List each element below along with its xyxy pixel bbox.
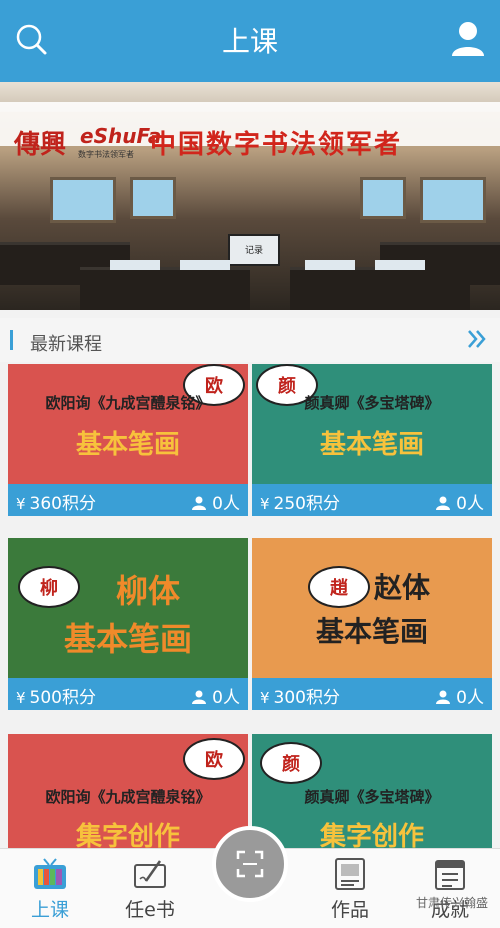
course-title: 欧阳询《九成宫醴泉铭》	[45, 394, 211, 412]
artwork-icon	[335, 858, 365, 890]
course-thumbnail: 颜 颜真卿《多宝塔碑》 基本笔画	[252, 364, 492, 484]
course-subtitle: 基本笔画	[63, 620, 192, 658]
course-title: 欧阳询《九成宫醴泉铭》	[45, 788, 211, 806]
course-count: 0人	[436, 683, 484, 708]
course-card[interactable]: 欧 欧阳询《九成宫醴泉铭》 集字创作	[8, 734, 248, 848]
course-thumbnail: 欧 欧阳询《九成宫醴泉铭》 集字创作	[8, 734, 248, 848]
yen-icon: ¥	[16, 495, 26, 513]
course-title: 颜真卿《多宝塔碑》	[304, 788, 440, 806]
person-icon	[436, 496, 451, 510]
course-badge: 颜	[260, 742, 322, 784]
banner-pad	[375, 260, 425, 270]
course-price: ¥500积分	[16, 683, 96, 708]
hero-banner[interactable]: 记录 傳興 eShuFa 数字书法领军者 中国数字书法领军者	[0, 82, 500, 310]
course-count: 0人	[192, 683, 240, 708]
course-subtitle: 基本笔画	[75, 430, 180, 460]
page-title: 上课	[221, 25, 278, 58]
course-card[interactable]: 颜 颜真卿《多宝塔碑》 集字创作	[252, 734, 492, 848]
course-thumbnail: 趙 赵体 基本笔画	[252, 538, 492, 678]
scan-icon	[236, 850, 264, 878]
banner-screen: 记录	[228, 234, 280, 266]
course-title: 柳体	[115, 572, 180, 610]
course-title: 颜真卿《多宝塔碑》	[304, 394, 440, 412]
banner-window	[420, 177, 486, 223]
banner-pad	[305, 260, 355, 270]
brand-logo-sub: 数字书法领军者	[78, 150, 134, 159]
course-price-text: 300积分	[273, 688, 340, 708]
course-price: ¥300积分	[260, 683, 340, 708]
course-meta: ¥500积分 0人	[8, 678, 248, 710]
course-subtitle: 集字创作	[75, 822, 180, 848]
scan-button[interactable]	[212, 826, 288, 902]
course-thumbnail: 颜 颜真卿《多宝塔碑》 集字创作	[252, 734, 492, 848]
course-card[interactable]: 趙 赵体 基本笔画 ¥300积分 0人	[252, 538, 492, 710]
section-header: 最新课程	[0, 318, 500, 362]
course-subtitle: 基本笔画	[319, 430, 424, 460]
brand-logo: 傳興	[14, 130, 67, 160]
pen-tablet-icon	[134, 860, 166, 888]
course-subtitle: 集字创作	[319, 822, 424, 848]
banner-slogan: 中国数字书法领军者	[150, 130, 403, 160]
course-count-text: 0人	[212, 494, 240, 514]
course-price: ¥250积分	[260, 489, 340, 514]
banner-brand-strip: 傳興 eShuFa 数字书法领军者 中国数字书法领军者	[0, 102, 500, 160]
yen-icon: ¥	[16, 689, 26, 707]
course-badge: 欧	[183, 738, 245, 780]
course-count-text: 0人	[456, 494, 484, 514]
course-count-text: 0人	[456, 688, 484, 708]
calendar-icon	[435, 860, 465, 890]
course-price-text: 360积分	[29, 494, 96, 514]
course-count-text: 0人	[212, 688, 240, 708]
course-count: 0人	[436, 489, 484, 514]
course-price: ¥360积分	[16, 489, 96, 514]
banner-window	[360, 177, 406, 219]
top-app-bar: 上课	[0, 0, 500, 82]
section-accent-bar	[10, 330, 13, 350]
course-meta: ¥360积分 0人	[8, 484, 248, 516]
double-chevron-right-icon[interactable]	[466, 326, 488, 352]
course-subtitle: 基本笔画	[315, 615, 428, 648]
course-meta: ¥250积分 0人	[252, 484, 492, 516]
person-icon	[436, 690, 451, 704]
person-icon	[192, 690, 207, 704]
tab-label: 任e书	[125, 899, 175, 921]
course-card[interactable]: 颜 颜真卿《多宝塔碑》 基本笔画 ¥250积分 0人	[252, 364, 492, 516]
yen-icon: ¥	[260, 495, 270, 513]
banner-pad	[180, 260, 230, 270]
tab-works[interactable]: 作品	[300, 849, 400, 928]
tab-write[interactable]: 任e书	[100, 849, 200, 928]
user-icon[interactable]	[450, 20, 486, 58]
banner-screen-text: 记录	[244, 246, 263, 256]
course-title: 赵体	[373, 571, 430, 604]
tab-achievement[interactable]: 成就	[400, 849, 500, 928]
course-price-text: 250积分	[273, 494, 340, 514]
course-price-text: 500积分	[29, 688, 96, 708]
course-card[interactable]: 欧 欧阳询《九成宫醴泉铭》 基本笔画 ¥360积分 0人	[8, 364, 248, 516]
banner-desk	[80, 267, 250, 310]
tab-label: 上课	[30, 899, 69, 921]
section-title: 最新课程	[30, 334, 102, 355]
course-card[interactable]: 柳 柳体 基本笔画 ¥500积分 0人	[8, 538, 248, 710]
tab-class[interactable]: 上课	[0, 849, 100, 928]
banner-pad	[110, 260, 160, 270]
course-thumbnail: 柳 柳体 基本笔画	[8, 538, 248, 678]
course-meta: ¥300积分 0人	[252, 678, 492, 710]
course-thumbnail: 欧 欧阳询《九成宫醴泉铭》 基本笔画	[8, 364, 248, 484]
person-icon	[192, 496, 207, 510]
tab-label: 作品	[330, 899, 369, 921]
course-count: 0人	[192, 489, 240, 514]
yen-icon: ¥	[260, 689, 270, 707]
banner-window	[130, 177, 176, 219]
watermark: 甘肃传兴翰盛	[415, 896, 488, 910]
banner-window	[50, 177, 116, 223]
tv-icon	[34, 858, 66, 889]
